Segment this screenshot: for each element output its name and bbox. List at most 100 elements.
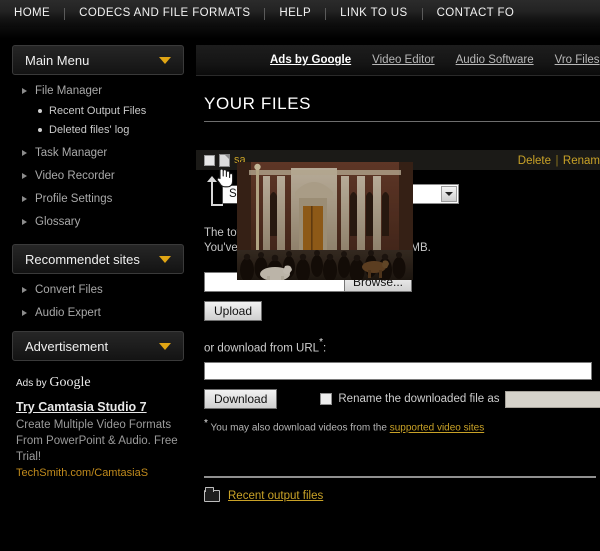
sidebar-item-label: File Manager (35, 85, 103, 97)
sidebar-item-task-manager[interactable]: Task Manager (22, 147, 196, 159)
sidebar-item-label: Convert Files (35, 284, 103, 296)
arrow-foot (211, 204, 223, 206)
mouse-cursor-hand-icon (216, 166, 234, 188)
page-root: HOME CODECS AND FILE FORMATS HELP LINK T… (0, 0, 600, 551)
triangle-bullet-icon (22, 88, 27, 94)
triangle-bullet-icon (22, 150, 27, 156)
sidebar-item-file-manager[interactable]: File Manager (22, 85, 196, 97)
sidebar-item-video-recorder[interactable]: Video Recorder (22, 170, 196, 182)
ad-display-url[interactable]: TechSmith.com/CamtasiaS (16, 467, 182, 479)
sidebar-panel-title: Recommendet sites (25, 251, 140, 267)
section-divider (204, 475, 596, 478)
triangle-bullet-icon (22, 196, 27, 202)
action-separator: | (555, 155, 559, 167)
menu-group-file-manager: File Manager Recent Output Files Deleted… (22, 85, 196, 136)
supported-video-sites-link[interactable]: supported video sites (390, 423, 485, 434)
chevron-down-icon[interactable] (159, 342, 171, 350)
triangle-bullet-icon (22, 219, 27, 225)
rename-link[interactable]: Renam (563, 155, 600, 167)
recommended-sites-list: Convert Files Audio Expert (0, 284, 196, 319)
recent-output-files-row: Recent output files (196, 486, 600, 502)
download-button[interactable]: Download (204, 389, 278, 410)
top-navigation-bar: HOME CODECS AND FILE FORMATS HELP LINK T… (0, 0, 600, 27)
note-text: You may also download videos from the (210, 422, 387, 434)
sidebar-subitem-label: Recent Output Files (49, 105, 147, 117)
main-menu-list: File Manager Recent Output Files Deleted… (0, 85, 196, 228)
url-label-colon: : (322, 342, 327, 355)
list-item: Recent Output Files (38, 105, 196, 117)
menu-group-video-recorder: Video Recorder (22, 170, 196, 182)
delete-link[interactable]: Delete (518, 155, 551, 167)
sidebar-item-convert-files[interactable]: Convert Files (22, 284, 196, 296)
sidebar-panel-recommended-sites[interactable]: Recommendet sites (12, 244, 184, 274)
file-select-checkbox[interactable] (204, 154, 215, 166)
triangle-bullet-icon (22, 287, 27, 293)
nav-shadow (0, 27, 600, 39)
download-action-row: Download Rename the downloaded file as (204, 389, 600, 410)
nav-item-contact-form[interactable]: CONTACT FO (423, 0, 529, 27)
supported-sites-note: * You may also download videos from the … (196, 418, 600, 433)
note-star: * (204, 418, 208, 430)
triangle-bullet-icon (22, 173, 27, 179)
nav-item-link-to-us[interactable]: LINK TO US (326, 0, 422, 27)
chevron-down-icon[interactable] (159, 255, 171, 263)
sidebar-item-label: Audio Expert (35, 307, 101, 319)
url-input[interactable] (204, 362, 592, 381)
nav-item-help[interactable]: HELP (265, 0, 325, 27)
ad-link-vro-files[interactable]: Vro Files (555, 54, 600, 66)
sidebar-item-label: Profile Settings (35, 193, 113, 205)
list-item: Deleted files' log (38, 124, 196, 136)
file-icon (219, 153, 230, 167)
menu-group-glossary: Glossary (22, 216, 196, 228)
sidebar-subitem-label: Deleted files' log (49, 124, 130, 136)
ad-link-audio-software[interactable]: Audio Software (456, 54, 534, 66)
recent-output-files-link[interactable]: Recent output files (228, 490, 323, 502)
file-row-actions: Delete | Renam (518, 151, 600, 169)
google-wordmark: Google (49, 375, 91, 390)
dropdown-button[interactable] (441, 186, 457, 202)
sidebar-item-glossary[interactable]: Glossary (22, 216, 196, 228)
sidebar-item-deleted-files-log[interactable]: Deleted files' log (38, 124, 196, 136)
title-divider (204, 121, 600, 122)
ads-by-google-link[interactable]: Ads by Google (270, 54, 351, 66)
triangle-bullet-icon (22, 310, 27, 316)
thumbnail-image (237, 162, 413, 280)
sidebar-panel-advertisement[interactable]: Advertisement (12, 331, 184, 361)
sidebar-item-recent-output-files[interactable]: Recent Output Files (38, 105, 196, 117)
nav-item-home[interactable]: HOME (0, 0, 64, 27)
ad-headline-link[interactable]: Try Camtasia Studio 7 (16, 399, 147, 415)
sidebar-panel-title: Advertisement (25, 338, 109, 354)
chevron-down-icon (445, 192, 453, 196)
chevron-down-icon[interactable] (159, 56, 171, 64)
url-download-block: or download from URL*: Download Rename t… (196, 337, 600, 410)
upload-button[interactable]: Upload (204, 301, 263, 321)
sidebar-item-label: Task Manager (35, 147, 108, 159)
dot-bullet-icon (38, 128, 42, 132)
folder-icon (204, 486, 220, 502)
menu-group-convert-files: Convert Files (22, 284, 196, 296)
rename-downloaded-label: Rename the downloaded file as (338, 393, 500, 406)
dot-bullet-icon (38, 109, 42, 113)
ads-by-google-label: Ads by Google (16, 375, 182, 391)
sidebar-item-profile-settings[interactable]: Profile Settings (22, 193, 196, 205)
rename-downloaded-checkbox[interactable] (320, 393, 333, 406)
menu-group-task-manager: Task Manager (22, 147, 196, 159)
rename-downloaded-input[interactable] (505, 390, 600, 408)
sidebar-item-audio-expert[interactable]: Audio Expert (22, 307, 196, 319)
ad-body-text: Create Multiple Video Formats From Power… (16, 419, 178, 463)
ads-by-prefix: Ads by (16, 378, 47, 389)
menu-group-audio-expert: Audio Expert (22, 307, 196, 319)
bulk-action-dropdown[interactable] (405, 184, 459, 204)
sidebar-panel-main-menu[interactable]: Main Menu (12, 45, 184, 75)
file-manager-sublist: Recent Output Files Deleted files' log (22, 105, 196, 136)
video-thumbnail-preview (237, 162, 413, 280)
sidebar-item-label: Glossary (35, 216, 81, 228)
menu-group-profile-settings: Profile Settings (22, 193, 196, 205)
sidebar: Main Menu File Manager Recent Output Fil… (0, 45, 196, 479)
nav-item-codecs-and-file-formats[interactable]: CODECS AND FILE FORMATS (65, 0, 264, 27)
sidebar-item-label: Video Recorder (35, 170, 115, 182)
ad-link-video-editor[interactable]: Video Editor (372, 54, 434, 66)
sidebar-panel-title: Main Menu (25, 52, 90, 68)
url-download-label: or download from URL (204, 342, 320, 355)
google-ads-bar: Ads by Google Video Editor Audio Softwar… (196, 45, 600, 76)
